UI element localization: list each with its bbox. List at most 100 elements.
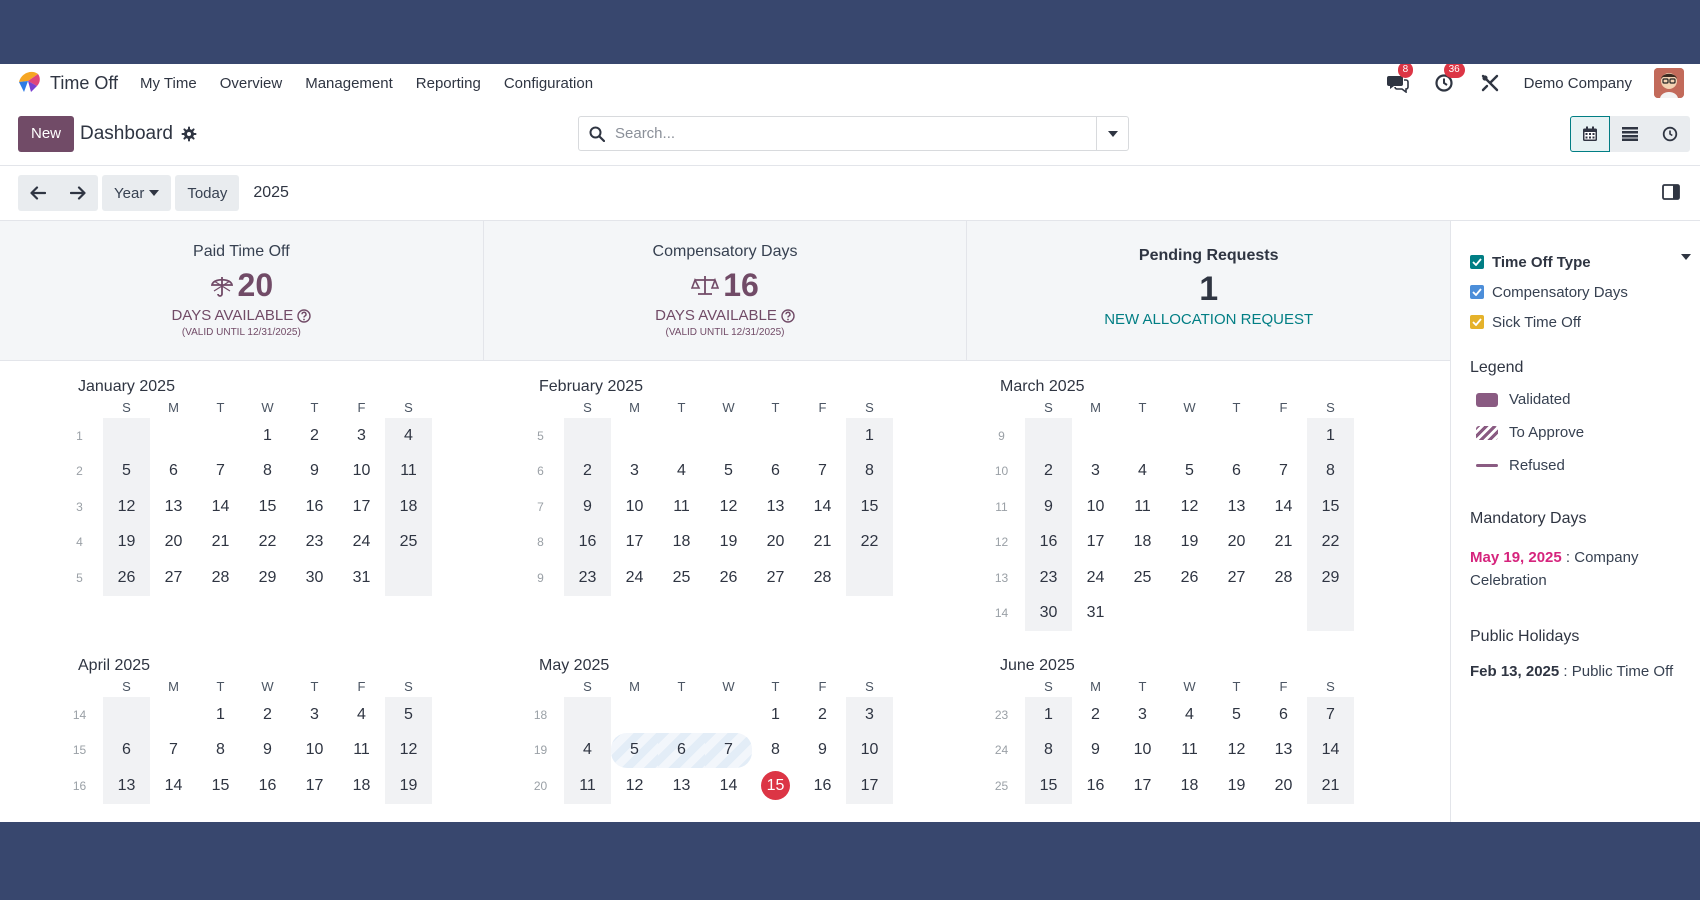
search-options-toggle[interactable]: [1096, 117, 1128, 150]
calendar-day[interactable]: 7: [1307, 697, 1354, 733]
calendar-day[interactable]: 13: [1260, 733, 1307, 769]
calendar-day[interactable]: 3: [291, 697, 338, 733]
list-view-button[interactable]: [1610, 116, 1650, 152]
calendar-day[interactable]: 19: [103, 524, 150, 560]
today-button[interactable]: Today: [175, 175, 240, 211]
calendar-day[interactable]: 19: [1166, 525, 1213, 561]
calendar-day[interactable]: 8: [846, 453, 893, 489]
menu-my-time[interactable]: My Time: [140, 75, 197, 92]
calendar-day[interactable]: 11: [1119, 489, 1166, 525]
calendar-day-to-approve[interactable]: 7: [705, 732, 752, 768]
filter-sick-time-off[interactable]: Sick Time Off: [1470, 307, 1682, 337]
calendar-day[interactable]: 2: [1025, 453, 1072, 489]
calendar-day[interactable]: 16: [291, 489, 338, 525]
calendar-day[interactable]: 5: [385, 697, 432, 733]
calendar-day[interactable]: 14: [1260, 489, 1307, 525]
calendar-day[interactable]: 28: [1260, 560, 1307, 596]
calendar-day[interactable]: 17: [846, 768, 893, 804]
calendar-day[interactable]: 18: [1166, 768, 1213, 804]
gear-icon[interactable]: [181, 126, 197, 142]
calendar-day[interactable]: 9: [291, 454, 338, 490]
calendar-day[interactable]: 12: [1213, 733, 1260, 769]
calendar-day[interactable]: 7: [1260, 454, 1307, 490]
calendar-day[interactable]: 26: [103, 560, 150, 596]
calendar-day-today[interactable]: 15: [752, 768, 799, 804]
calendar-day[interactable]: 4: [1119, 454, 1166, 490]
calendar-day[interactable]: 11: [658, 489, 705, 525]
filter-compensatory-days[interactable]: Compensatory Days: [1470, 277, 1682, 307]
calendar-day[interactable]: 17: [338, 489, 385, 525]
calendar-day[interactable]: 8: [752, 733, 799, 769]
messages-button[interactable]: 8: [1386, 64, 1414, 95]
calendar-day[interactable]: 11: [564, 768, 611, 804]
calendar-day[interactable]: 22: [1307, 524, 1354, 560]
calendar-day[interactable]: 6: [1213, 454, 1260, 490]
calendar-day[interactable]: 29: [1307, 560, 1354, 596]
calendar-day[interactable]: 3: [846, 697, 893, 733]
calendar-day[interactable]: 17: [291, 768, 338, 804]
calendar-day[interactable]: 20: [150, 525, 197, 561]
calendar-day[interactable]: 9: [1072, 733, 1119, 769]
calendar-day[interactable]: 16: [1072, 768, 1119, 804]
calendar-day[interactable]: 6: [1260, 697, 1307, 733]
help-icon[interactable]: [297, 308, 311, 323]
calendar-day[interactable]: 2: [799, 697, 846, 733]
calendar-day[interactable]: 17: [1072, 525, 1119, 561]
calendar-day[interactable]: 20: [1213, 525, 1260, 561]
calendar-day[interactable]: 2: [564, 453, 611, 489]
calendar-day[interactable]: 5: [103, 453, 150, 489]
calendar-day[interactable]: 21: [1307, 768, 1354, 804]
calendar-day[interactable]: 31: [1072, 596, 1119, 632]
calendar-day[interactable]: 3: [1119, 697, 1166, 733]
calendar-day[interactable]: 15: [1307, 489, 1354, 525]
calendar-day[interactable]: 15: [244, 489, 291, 525]
calendar-day[interactable]: 19: [385, 768, 432, 804]
calendar-day[interactable]: 1: [1307, 418, 1354, 454]
filter-time-off-type[interactable]: Time Off Type: [1470, 247, 1691, 277]
calendar-day[interactable]: 17: [1119, 768, 1166, 804]
calendar-day[interactable]: 11: [338, 733, 385, 769]
calendar-day[interactable]: 12: [385, 732, 432, 768]
calendar-day[interactable]: 16: [799, 768, 846, 804]
calendar-day[interactable]: 20: [752, 525, 799, 561]
calendar-day[interactable]: 5: [705, 454, 752, 490]
calendar-day[interactable]: 3: [611, 454, 658, 490]
compensatory-days-card[interactable]: Compensatory Days 16 DAYS AVAILABLE (VAL…: [484, 221, 968, 360]
calendar-day[interactable]: 22: [846, 524, 893, 560]
calendar-day[interactable]: 14: [150, 768, 197, 804]
calendar-day[interactable]: 31: [338, 560, 385, 596]
paid-time-off-card[interactable]: Paid Time Off 20 DAYS AVAILABLE (VALID U…: [0, 221, 484, 360]
calendar-day[interactable]: 6: [752, 454, 799, 490]
calendar-day[interactable]: 3: [338, 418, 385, 454]
calendar-day[interactable]: 27: [1213, 560, 1260, 596]
menu-overview[interactable]: Overview: [220, 75, 283, 92]
calendar-day[interactable]: 12: [103, 489, 150, 525]
calendar-day[interactable]: 9: [564, 489, 611, 525]
calendar-day[interactable]: 17: [611, 525, 658, 561]
calendar-day[interactable]: 1: [197, 697, 244, 733]
calendar-day[interactable]: 14: [1307, 732, 1354, 768]
calendar-day[interactable]: 15: [846, 489, 893, 525]
user-avatar[interactable]: [1654, 68, 1684, 98]
calendar-day[interactable]: 5: [1213, 697, 1260, 733]
calendar-day[interactable]: 12: [1166, 489, 1213, 525]
calendar-day[interactable]: 10: [846, 732, 893, 768]
calendar-day[interactable]: 13: [1213, 489, 1260, 525]
calendar-day[interactable]: 10: [1072, 489, 1119, 525]
activity-view-button[interactable]: [1650, 116, 1690, 152]
calendar-day[interactable]: 30: [291, 560, 338, 596]
calendar-day[interactable]: 14: [705, 768, 752, 804]
calendar-day[interactable]: 26: [705, 560, 752, 596]
calendar-day[interactable]: 29: [244, 560, 291, 596]
calendar-day[interactable]: 2: [291, 418, 338, 454]
calendar-day[interactable]: 21: [1260, 525, 1307, 561]
calendar-day[interactable]: 6: [150, 454, 197, 490]
calendar-day[interactable]: 28: [197, 560, 244, 596]
calendar-day[interactable]: 27: [752, 560, 799, 596]
calendar-day[interactable]: 24: [1072, 560, 1119, 596]
calendar-day[interactable]: 19: [705, 525, 752, 561]
scale-dropdown[interactable]: Year: [102, 175, 172, 211]
new-button[interactable]: New: [18, 115, 75, 152]
calendar-day[interactable]: 1: [244, 418, 291, 454]
calendar-day[interactable]: 30: [1025, 595, 1072, 631]
